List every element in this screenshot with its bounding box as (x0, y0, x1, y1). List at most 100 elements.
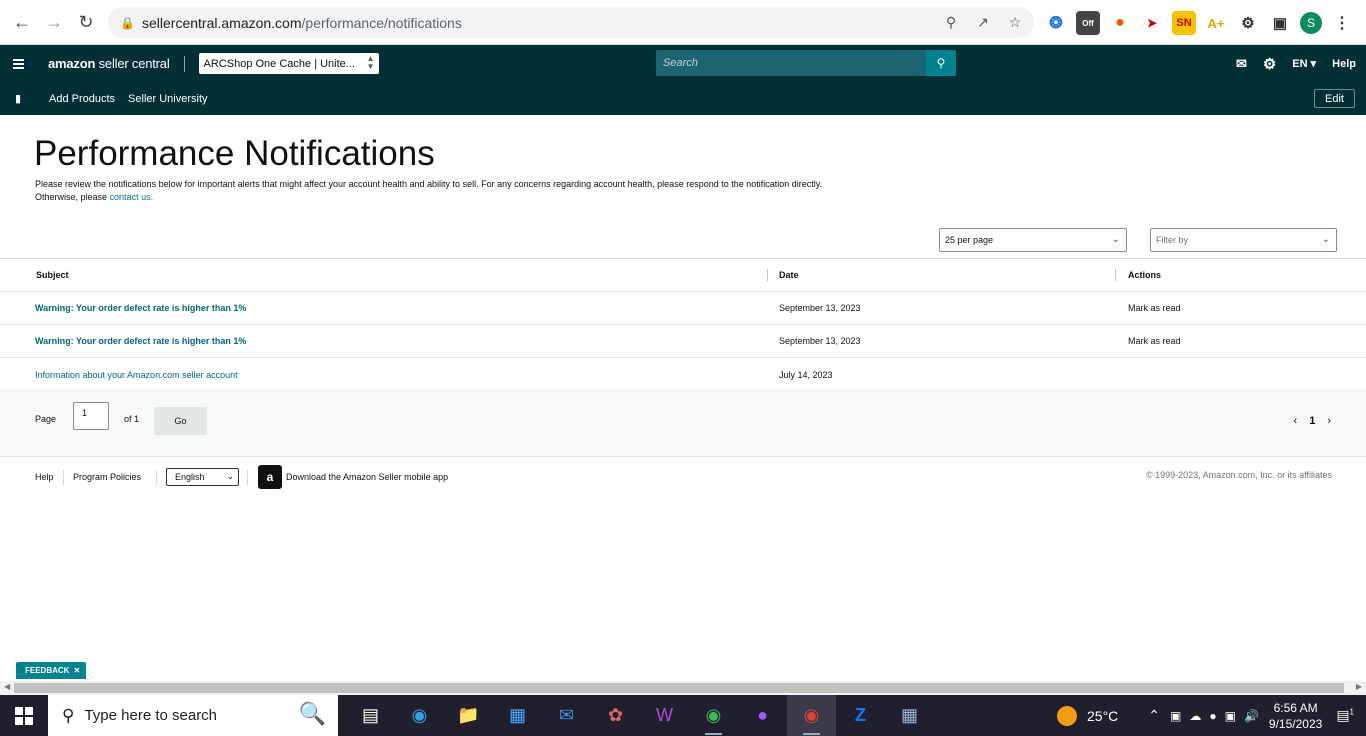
store-selector-arrows-icon: ▲ ▼ (366, 54, 375, 71)
calculator-icon[interactable]: ▦ (885, 695, 934, 736)
address-bar[interactable]: 🔒 sellercentral.amazon.com/performance/n… (108, 7, 1034, 38)
extension-cursor-icon[interactable]: ➤ (1140, 11, 1164, 35)
bookmark-icon[interactable]: ▮ (0, 92, 36, 105)
extension-firefox-icon[interactable]: ● (1108, 11, 1132, 35)
chevron-down-icon: ⌄ (226, 471, 234, 481)
per-page-select[interactable]: 25 per page ⌄ (939, 228, 1127, 252)
table-row: Information about your Amazon.com seller… (0, 358, 1366, 391)
notification-date: September 13, 2023 (779, 336, 861, 346)
settings-gear-icon[interactable]: ⚙ (1263, 55, 1276, 73)
amazon-app-icon[interactable]: a (258, 465, 282, 489)
notifications-table: Subject Date Actions Warning: Your order… (0, 258, 1366, 392)
horizontal-scrollbar[interactable]: ◀ ▶ (0, 681, 1366, 695)
search-highlight-illustration-icon: 🔍 (298, 701, 326, 726)
meet-now-icon[interactable]: ▣ (1170, 709, 1181, 723)
notification-subject-link[interactable]: Information about your Amazon.com seller… (35, 358, 238, 391)
go-button[interactable]: Go (154, 407, 207, 435)
notification-subject-link[interactable]: Warning: Your order defect rate is highe… (35, 325, 246, 357)
zoom-icon[interactable]: ⚲ (940, 11, 962, 33)
notification-date: July 14, 2023 (779, 369, 833, 380)
column-divider (767, 269, 768, 281)
extensions-puzzle-icon[interactable]: ⚙ (1236, 11, 1260, 35)
extension-scout-icon[interactable]: A+ (1204, 11, 1228, 35)
share-icon[interactable]: ↗ (972, 11, 994, 33)
browser-menu-icon[interactable]: ⋮ (1330, 11, 1354, 35)
hamburger-menu-icon[interactable] (0, 58, 36, 69)
help-link[interactable]: Help (1332, 58, 1356, 70)
scrollbar-thumb[interactable] (14, 683, 1344, 693)
side-panel-icon[interactable]: ▣ (1268, 11, 1292, 35)
temperature-label[interactable]: 25°C (1087, 708, 1118, 724)
system-clock[interactable]: 6:56 AM 9/15/2023 (1269, 700, 1322, 732)
store-selector[interactable]: ARCShop One Cache | Unite... ▲ ▼ (198, 53, 379, 74)
filter-select[interactable]: Filter by ⌄ (1150, 228, 1337, 252)
extension-sn-icon[interactable]: SN (1172, 11, 1196, 35)
windows-start-icon[interactable] (0, 695, 48, 736)
table-row: Warning: Your order defect rate is highe… (0, 325, 1366, 358)
language-selector[interactable]: EN ▾ (1292, 57, 1316, 70)
extension-off-icon[interactable]: Off (1076, 11, 1100, 35)
chevron-right-icon[interactable]: › (1327, 415, 1331, 427)
edit-bookmarks-button[interactable]: Edit (1314, 89, 1355, 108)
taskbar-search-input[interactable]: ⚲ Type here to search 🔍 (48, 695, 338, 736)
subnav-seller-university[interactable]: Seller University (128, 93, 207, 105)
wps-office-icon[interactable]: W (640, 695, 689, 736)
file-explorer-icon[interactable]: 📁 (444, 695, 493, 736)
mark-as-read-link[interactable]: Mark as read (1128, 325, 1181, 357)
back-icon[interactable]: ← (6, 6, 38, 38)
messenger-icon[interactable]: ● (738, 695, 787, 736)
footer-language-select[interactable]: English ⌄ (166, 468, 239, 486)
page-footer: Help Program Policies English ⌄ a Downlo… (0, 465, 1366, 489)
column-header-date[interactable]: Date (779, 259, 799, 291)
notification-subject-link[interactable]: Warning: Your order defect rate is highe… (35, 292, 246, 324)
url-text[interactable]: sellercentral.amazon.com/performance/not… (142, 15, 462, 31)
onedrive-icon[interactable]: ☁ (1189, 709, 1201, 723)
lock-icon: 🔒 (120, 15, 135, 30)
reload-icon[interactable]: ↻ (70, 6, 102, 38)
footer-program-policies-link[interactable]: Program Policies (73, 472, 141, 482)
mail-app-icon[interactable]: ✉ (542, 695, 591, 736)
seller-central-logo[interactable]: amazon seller central (48, 56, 170, 71)
close-icon[interactable]: ✕ (73, 666, 80, 675)
notification-center-icon[interactable]: ▤1 (1336, 707, 1354, 724)
paint-app-icon[interactable]: ✿ (591, 695, 640, 736)
table-row: Warning: Your order defect rate is highe… (0, 292, 1366, 325)
browser-toolbar: ← → ↻ 🔒 sellercentral.amazon.com/perform… (0, 0, 1366, 45)
page-title: Performance Notifications (34, 134, 435, 173)
header-search-input[interactable]: Search (656, 50, 926, 76)
search-icon[interactable]: ⚲ (926, 50, 956, 76)
footer-help-link[interactable]: Help (35, 472, 54, 482)
zalo-icon[interactable]: Z (836, 695, 885, 736)
chrome-app-icon[interactable]: ◉ (689, 695, 738, 736)
current-page-number[interactable]: 1 (1309, 415, 1315, 427)
forward-icon[interactable]: → (38, 6, 70, 38)
subnav-add-products[interactable]: Add Products (49, 93, 115, 105)
edge-browser-icon[interactable]: ◉ (395, 695, 444, 736)
network-icon[interactable]: ▣ (1225, 709, 1236, 723)
feedback-button[interactable]: FEEDBACK ✕ (16, 662, 87, 679)
weather-sun-icon[interactable] (1057, 705, 1078, 726)
profile-avatar[interactable]: S (1300, 12, 1322, 34)
extension-globe-icon[interactable]: ❂ (1044, 11, 1068, 35)
windows-taskbar: ⚲ Type here to search 🔍 ▤ ◉ 📁 ▦ ✉ ✿ W ◉ … (0, 695, 1366, 736)
volume-icon[interactable]: 🔊 (1244, 709, 1259, 723)
microphone-icon[interactable]: ● (1209, 709, 1216, 723)
chevron-down-icon: ⌄ (1111, 234, 1120, 245)
scroll-right-icon[interactable]: ▶ (1356, 682, 1362, 691)
page-label: Page (35, 414, 57, 424)
chrome-profile-icon[interactable]: ◉ (787, 695, 836, 736)
task-view-icon[interactable]: ▤ (346, 695, 395, 736)
bookmark-star-icon[interactable]: ☆ (1004, 11, 1026, 33)
download-app-link[interactable]: Download the Amazon Seller mobile app (286, 472, 448, 482)
column-header-subject[interactable]: Subject (36, 259, 69, 291)
search-icon: ⚲ (62, 705, 75, 725)
mark-as-read-link[interactable]: Mark as read (1128, 292, 1181, 324)
scroll-left-icon[interactable]: ◀ (4, 682, 10, 691)
page-number-input[interactable]: 1 (73, 402, 109, 430)
chevron-left-icon[interactable]: ‹ (1294, 415, 1298, 427)
chevron-up-icon[interactable]: ⌃ (1148, 707, 1160, 724)
mail-icon[interactable]: ✉ (1236, 56, 1247, 72)
contact-us-link[interactable]: contact us. (110, 192, 154, 202)
column-header-actions: Actions (1128, 270, 1162, 280)
microsoft-store-icon[interactable]: ▦ (493, 695, 542, 736)
